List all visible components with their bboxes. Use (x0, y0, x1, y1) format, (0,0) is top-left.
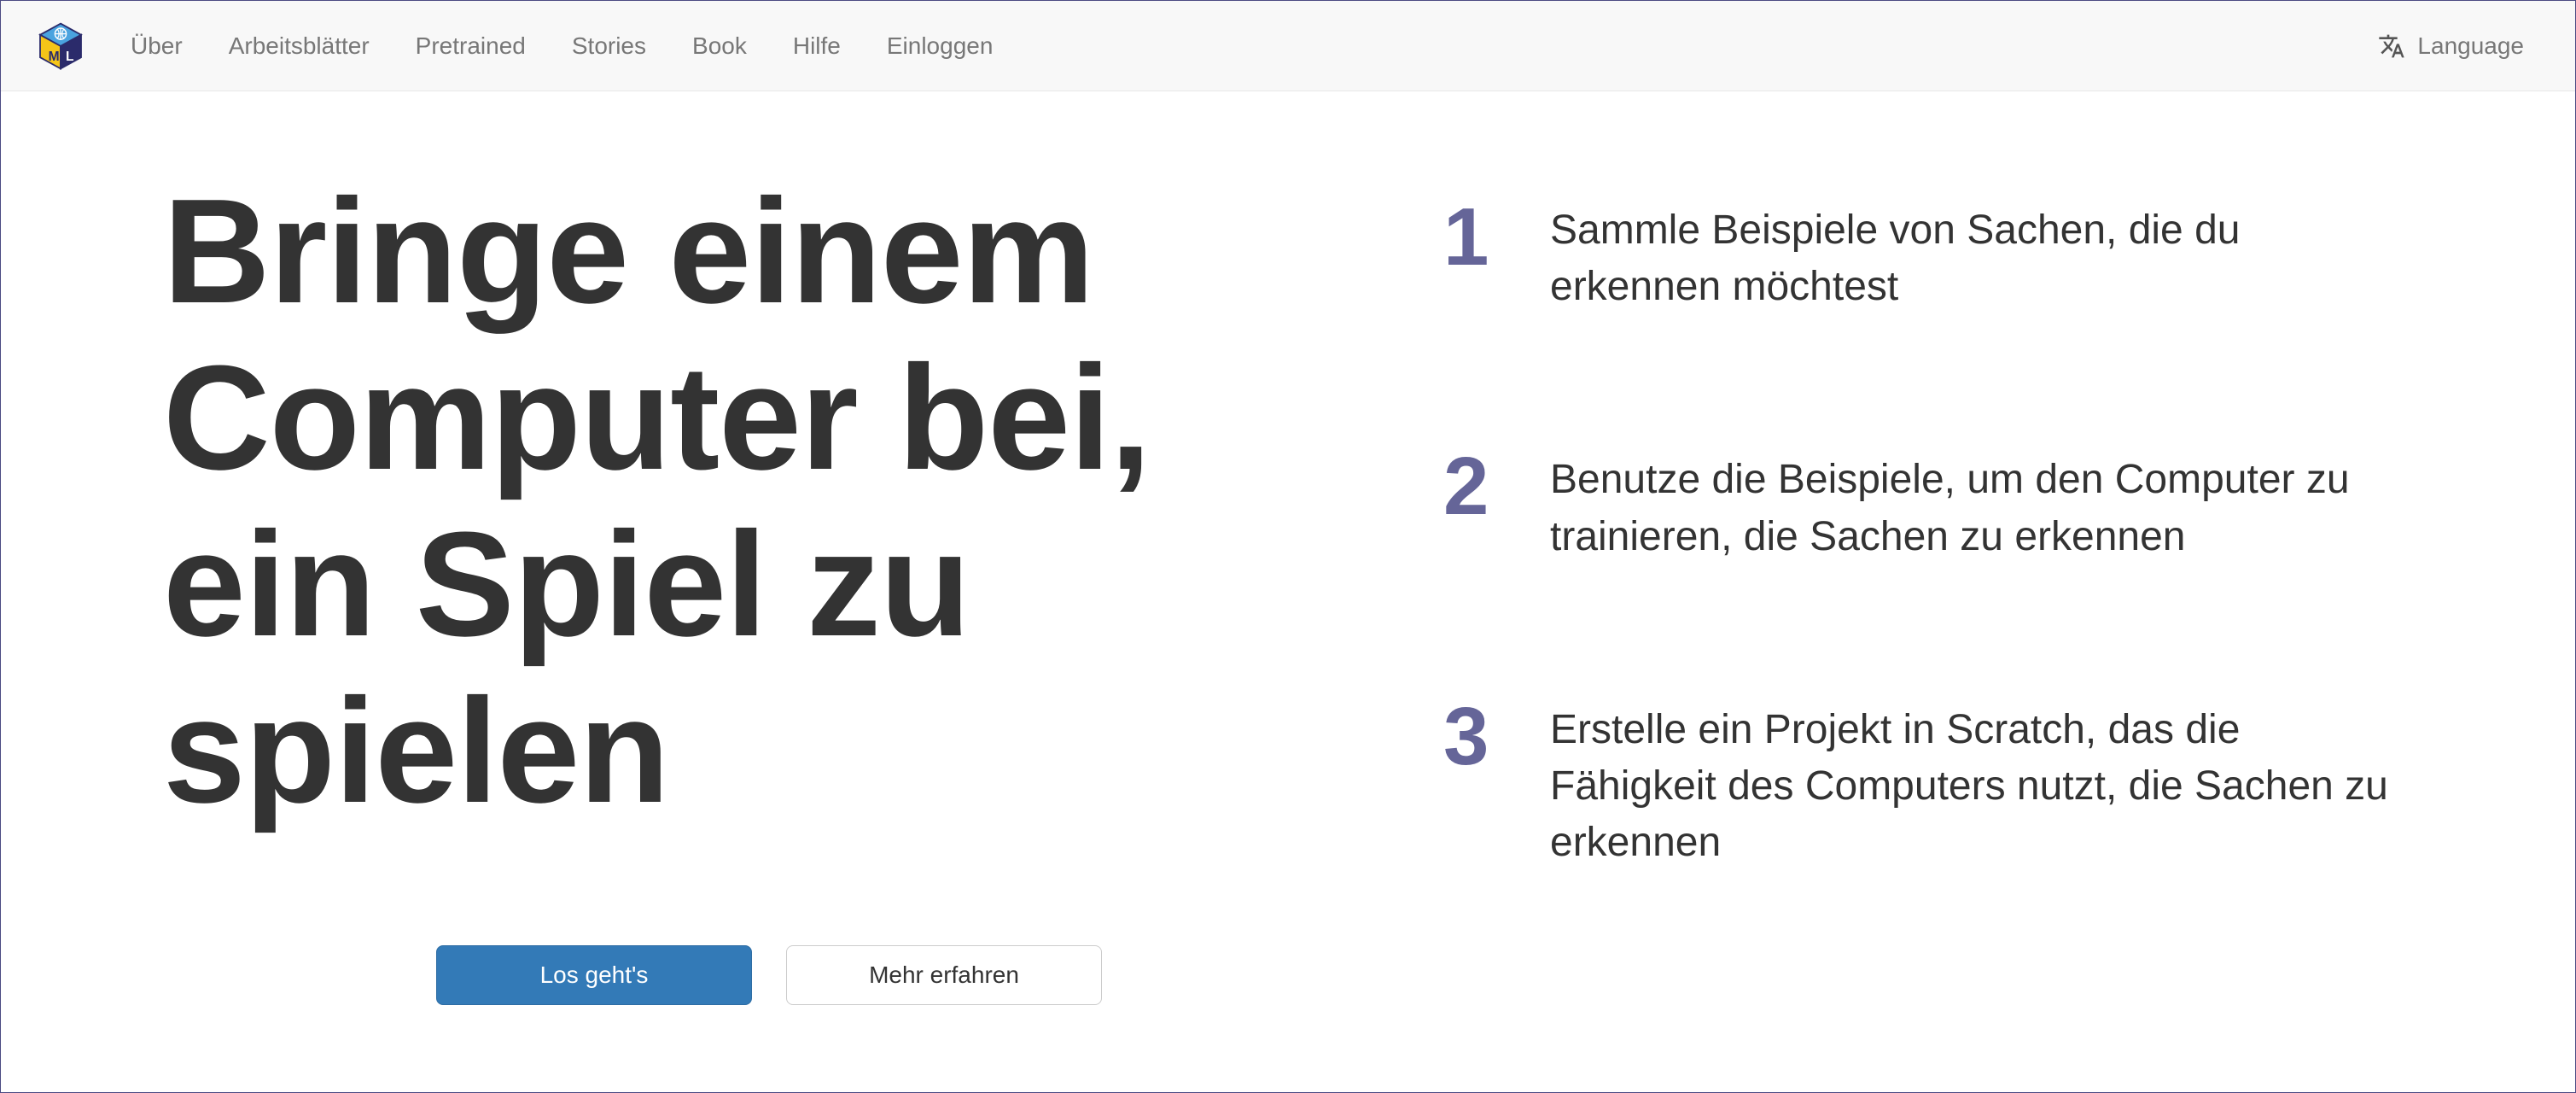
svg-text:L: L (66, 49, 74, 63)
hero-steps-column: 1 Sammle Beispiele von Sachen, die du er… (1443, 168, 2413, 1005)
hero-buttons: Los geht's Mehr erfahren (406, 945, 1132, 1005)
language-selector[interactable]: Language (2361, 24, 2541, 68)
step-number: 3 (1443, 702, 1503, 772)
nav-about[interactable]: Über (112, 24, 201, 68)
step-text: Benutze die Beispiele, um den Computer z… (1550, 452, 2413, 564)
step-row: 1 Sammle Beispiele von Sachen, die du er… (1443, 202, 2413, 315)
cube-logo-icon: M L (35, 20, 86, 72)
step-row: 2 Benutze die Beispiele, um den Computer… (1443, 452, 2413, 564)
nav-login[interactable]: Einloggen (868, 24, 1012, 68)
hero-title: Bringe einem Computer bei, ein Spiel zu … (163, 168, 1375, 834)
nav-links: Über Arbeitsblätter Pretrained Stories B… (112, 24, 1011, 68)
nav-book[interactable]: Book (673, 24, 766, 68)
translate-icon (2378, 32, 2405, 60)
language-label: Language (2417, 32, 2524, 60)
step-text: Sammle Beispiele von Sachen, die du erke… (1550, 202, 2413, 315)
nav-help[interactable]: Hilfe (774, 24, 860, 68)
brand-logo[interactable]: M L (35, 20, 86, 72)
learn-more-button[interactable]: Mehr erfahren (786, 945, 1102, 1005)
nav-worksheets[interactable]: Arbeitsblätter (210, 24, 388, 68)
nav-stories[interactable]: Stories (553, 24, 665, 68)
nav-pretrained[interactable]: Pretrained (397, 24, 545, 68)
hero-left-column: Bringe einem Computer bei, ein Spiel zu … (163, 168, 1375, 1005)
hero-section: Bringe einem Computer bei, ein Spiel zu … (1, 91, 2575, 1056)
step-row: 3 Erstelle ein Projekt in Scratch, das d… (1443, 702, 2413, 872)
step-text: Erstelle ein Projekt in Scratch, das die… (1550, 702, 2413, 872)
step-number: 2 (1443, 452, 1503, 522)
step-number: 1 (1443, 202, 1503, 272)
get-started-button[interactable]: Los geht's (436, 945, 752, 1005)
top-navbar: M L Über Arbeitsblätter Pretrained Stori… (1, 1, 2575, 91)
svg-text:M: M (49, 49, 60, 63)
